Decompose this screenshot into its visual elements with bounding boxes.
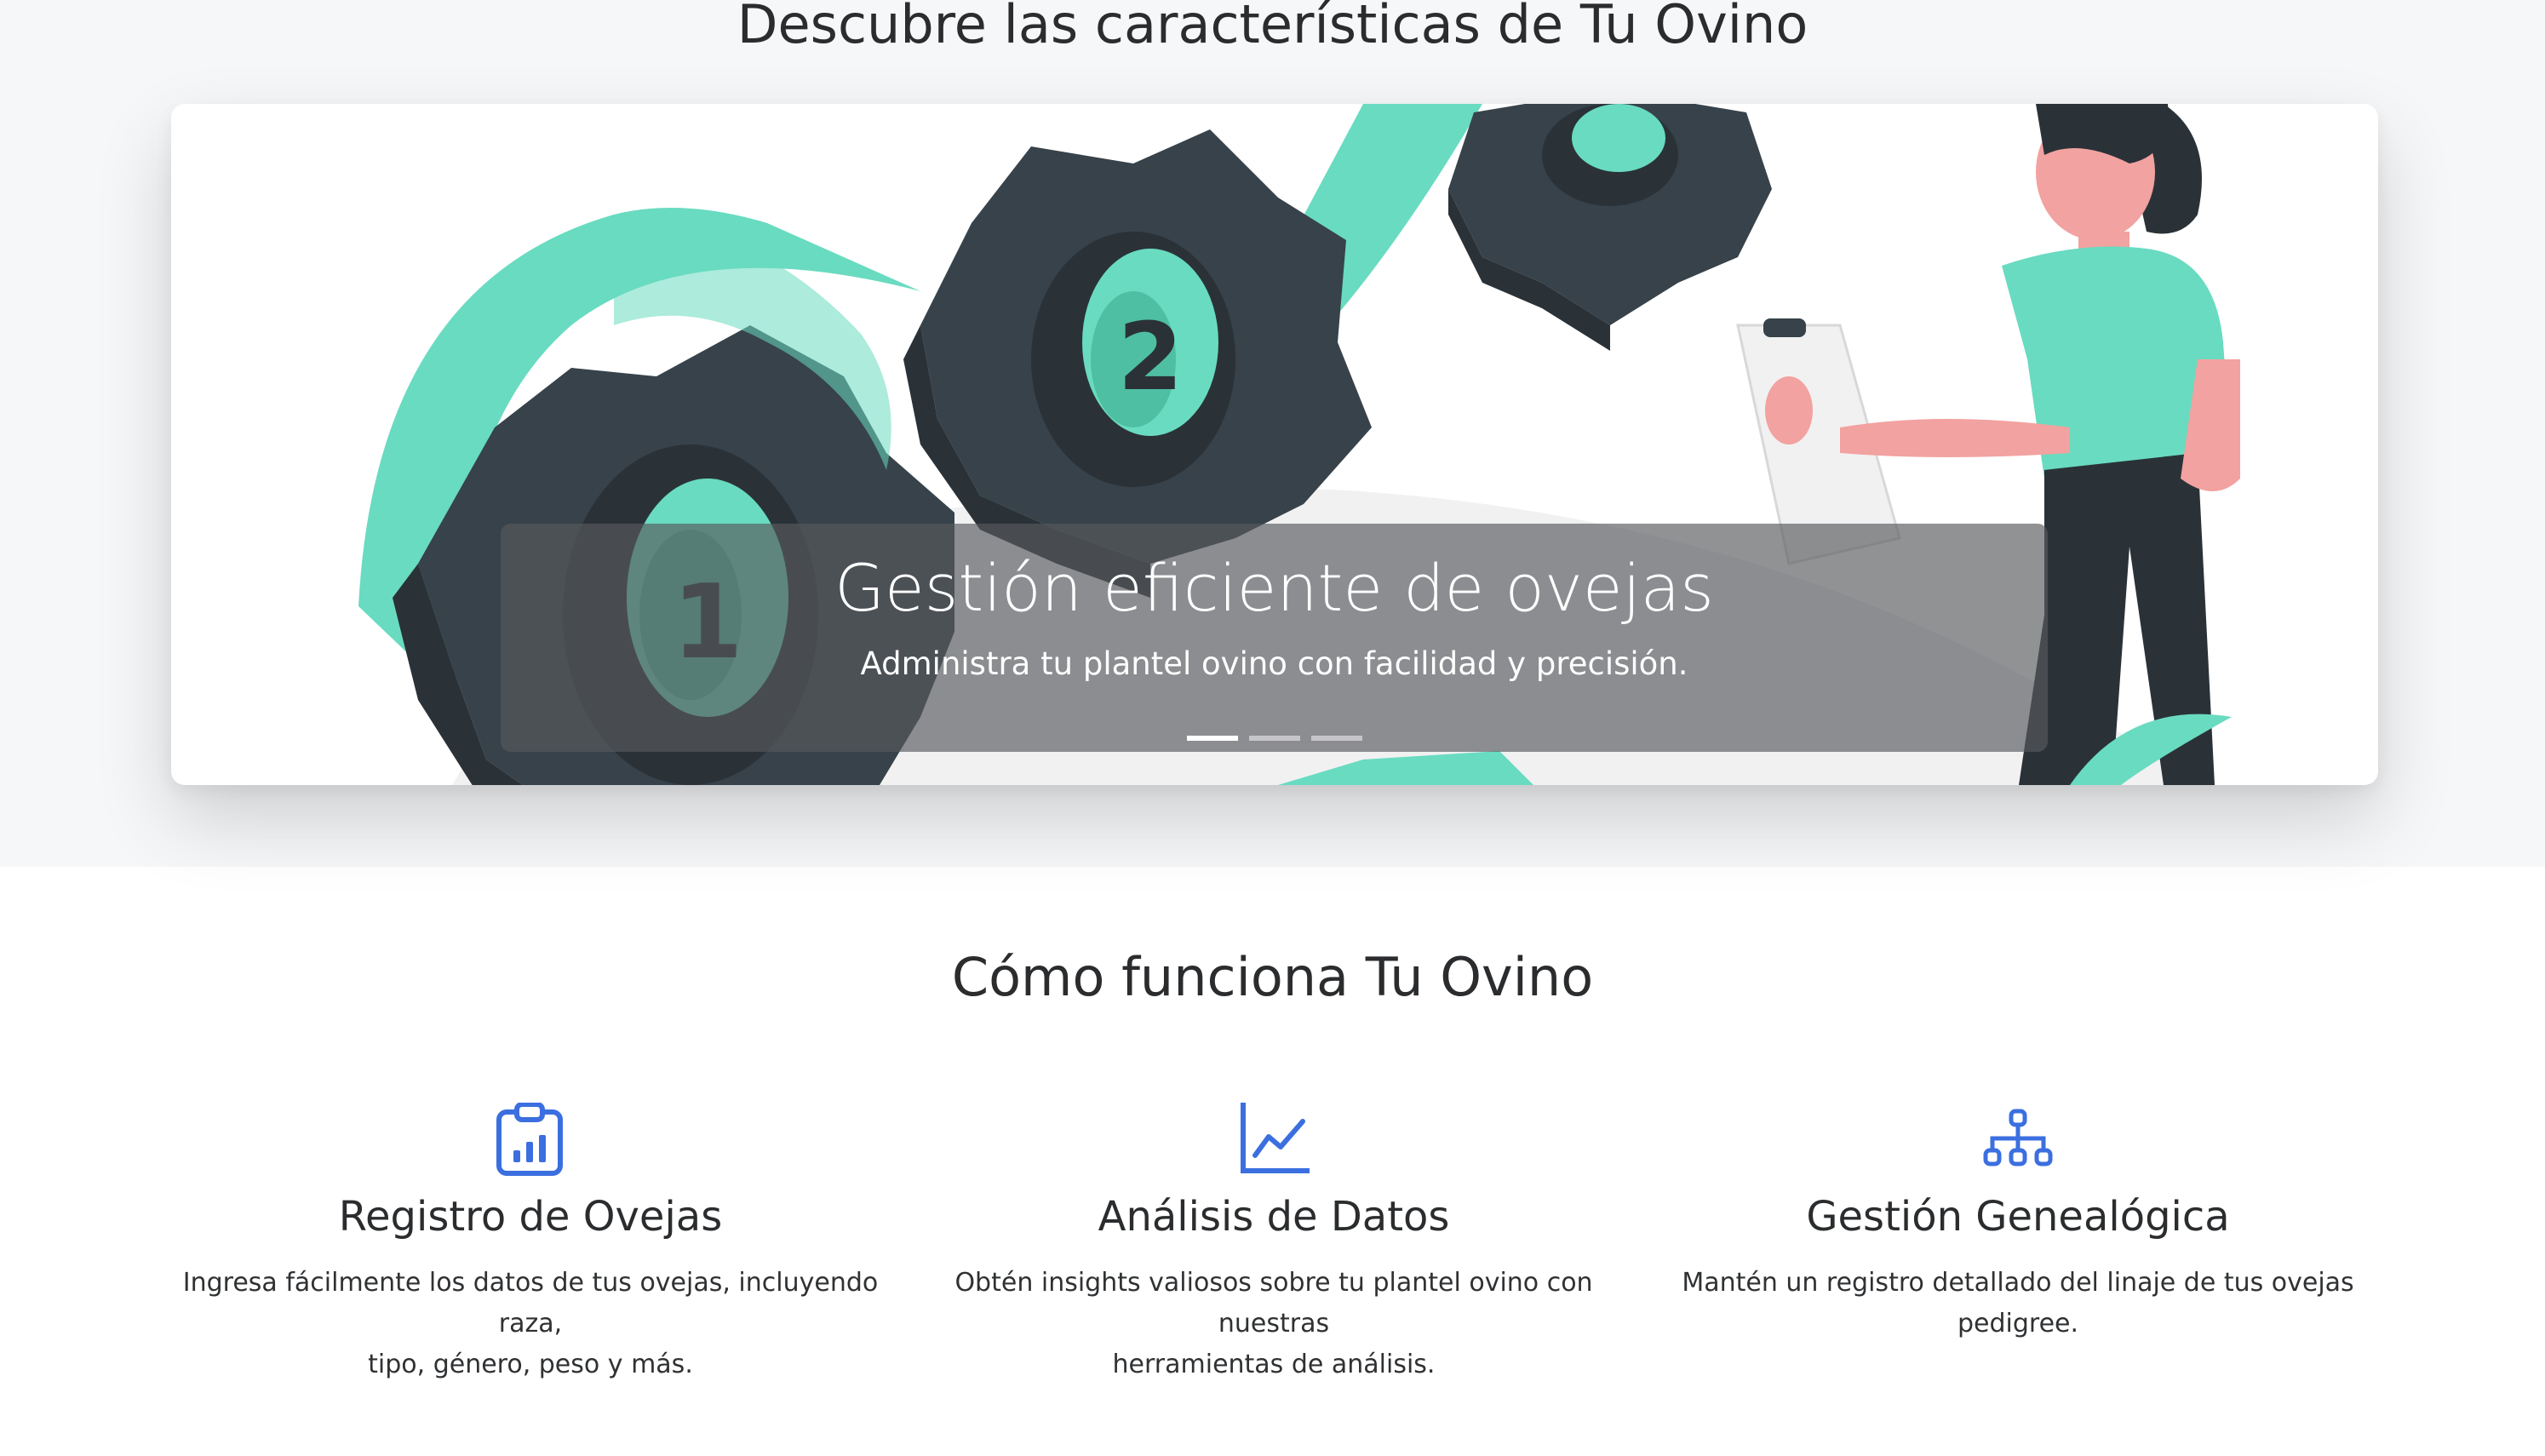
carousel-indicator-2[interactable] [1249,736,1300,741]
features-section: Descubre las características de Tu Ovino [0,0,2545,867]
feature-description: Obtén insights valiosos sobre tu plantel… [908,1263,1640,1385]
carousel-indicator-1[interactable] [1187,736,1238,741]
feature-description-line: Obtén insights valiosos sobre tu plantel… [954,1268,1593,1338]
feature-description-line: herramientas de análisis. [1112,1350,1436,1379]
how-it-works-title: Cómo funciona Tu Ovino [951,946,1594,1008]
carousel-caption: Gestión eficiente de ovejas Administra t… [501,524,2048,752]
feature-description: Mantén un registro detallado del linaje … [1652,1263,2384,1344]
feature-description-line: Mantén un registro detallado del linaje … [1682,1268,2354,1298]
line-chart-icon [1241,1103,1310,1173]
carousel-indicators [171,736,2378,741]
clipboard-chart-icon [496,1103,563,1176]
org-chart-icon [1983,1109,2053,1167]
feature-description: Ingresa fácilmente los datos de tus ovej… [164,1263,897,1385]
feature-title: Análisis de Datos [1098,1193,1450,1241]
svg-text:2: 2 [1118,302,1184,411]
feature-title: Gestión Genealógica [1806,1193,2230,1241]
features-title: Descubre las características de Tu Ovino [737,0,1808,55]
feature-description-line: pedigree. [1957,1309,2079,1338]
slide-title: Gestión eficiente de ovejas [834,550,1714,626]
feature-description-line: Ingresa fácilmente los datos de tus ovej… [182,1268,879,1338]
features-carousel[interactable]: 2 1 [171,104,2378,785]
feature-title: Registro de Ovejas [338,1193,723,1241]
slide-text: Administra tu plantel ovino con facilida… [860,645,1688,682]
carousel-indicator-3[interactable] [1311,736,1362,741]
feature-description-line: tipo, género, peso y más. [368,1350,693,1379]
